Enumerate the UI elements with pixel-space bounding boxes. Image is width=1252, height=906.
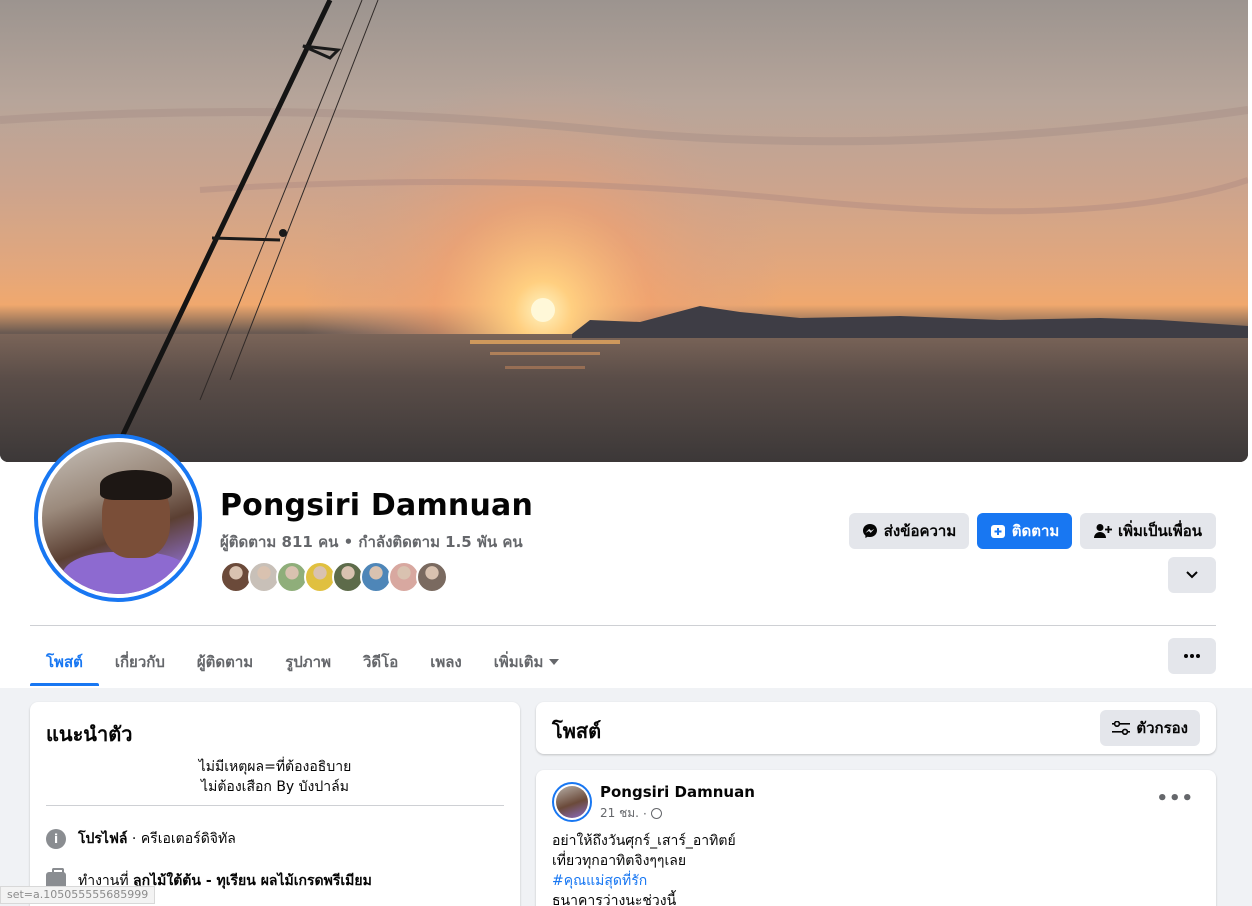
cover-photo[interactable] <box>0 0 1248 462</box>
more-dots-icon <box>1184 654 1200 658</box>
tab-label: เพลง <box>430 653 462 671</box>
messenger-icon <box>862 524 877 538</box>
intro-profile-text: โปรไฟล์ · ครีเอเตอร์ดิจิทัล <box>78 828 236 850</box>
message-button[interactable]: ส่งข้อความ <box>849 513 969 549</box>
tab-label: ผู้ติดตาม <box>196 653 254 671</box>
tab-posts[interactable]: โพสต์ <box>30 638 99 686</box>
bio-line: ไม่ต้องเสือก By บังปาล์ม <box>201 779 349 795</box>
tab-label: เพิ่มเติม <box>493 653 544 671</box>
follow-icon <box>990 525 1005 538</box>
post-hashtag[interactable]: #คุณแม่สุดที่รัก <box>552 870 647 892</box>
tab-label: รูปภาพ <box>285 653 331 671</box>
filter-button[interactable]: ตัวกรอง <box>1100 710 1200 746</box>
intro-title: แนะนำตัว <box>46 722 133 746</box>
cover-photo-scene <box>0 0 1248 462</box>
tab-videos[interactable]: วิดีโอ <box>347 638 414 686</box>
status-bar-url: set=a.105055555685999 <box>0 886 156 904</box>
profile-header: Pongsiri Damnuan ผู้ติดตาม 811 คน • กำลั… <box>0 0 1252 688</box>
intro-work-link[interactable]: ลูกไม้ใต้ต้น - ทุเรียน ผลไม้เกรดพรีเมียม <box>133 873 372 889</box>
intro-divider <box>46 805 504 806</box>
tab-label: เกี่ยวกับ <box>114 653 165 671</box>
post-author-photo <box>556 786 588 818</box>
avatar-shirt-shape <box>62 552 192 594</box>
post-time[interactable]: 21 ชม. <box>600 804 639 823</box>
caret-down-icon <box>549 659 560 665</box>
filter-button-label: ตัวกรอง <box>1136 719 1188 737</box>
add-friend-icon <box>1093 524 1112 538</box>
post-author-avatar[interactable] <box>552 782 592 822</box>
friends-avatar-row <box>220 561 448 593</box>
post-author-name[interactable]: Pongsiri Damnuan <box>600 783 755 801</box>
follow-button-label: ติดตาม <box>1011 522 1060 540</box>
intro-card: แนะนำตัว ไม่มีเหตุผล=ที่ต้องอธิบาย ไม่ต้… <box>30 702 520 906</box>
profile-tabs: โพสต์ เกี่ยวกับ ผู้ติดตาม รูปภาพ วิดีโอ … <box>30 638 575 686</box>
posts-title: โพสต์ <box>552 719 602 743</box>
post-text-line: เที่ยวทุกอาทิตจิงๆๆเลย <box>552 853 687 869</box>
posts-header-card: โพสต์ ตัวกรอง <box>536 702 1216 754</box>
post-options-icon[interactable]: ••• <box>1156 788 1194 809</box>
profile-avatar[interactable] <box>34 434 202 602</box>
intro-profile-value: · ครีเอเตอร์ดิจิทัล <box>127 831 236 847</box>
globe-icon[interactable] <box>650 808 662 819</box>
profile-name: Pongsiri Damnuan <box>220 488 534 523</box>
follow-button[interactable]: ติดตาม <box>977 513 1072 549</box>
add-friend-button[interactable]: เพิ่มเป็นเพื่อน <box>1080 513 1216 549</box>
tab-followers[interactable]: ผู้ติดตาม <box>181 638 269 686</box>
avatar-hair-shape <box>100 470 172 500</box>
tabs-more-options-button[interactable] <box>1168 638 1216 674</box>
post-text-line: ธนาคารว่างนะช่วงนี้ <box>552 893 677 906</box>
profile-photo <box>42 442 194 594</box>
friend-avatar[interactable] <box>416 561 448 593</box>
post-card: Pongsiri Damnuan 21 ชม. · ••• อย่าให้ถึง… <box>536 770 1216 906</box>
info-icon: i <box>46 829 66 849</box>
expand-more-button[interactable] <box>1168 557 1216 593</box>
tab-photos[interactable]: รูปภาพ <box>269 638 347 686</box>
meta-separator: · <box>642 806 647 821</box>
post-text-line: อย่าให้ถึงวันศุกร์_เสาร์_อาทิตย์ <box>552 833 736 849</box>
follow-stats[interactable]: ผู้ติดตาม 811 คน • กำลังติดตาม 1.5 พัน ค… <box>220 530 523 554</box>
add-friend-button-label: เพิ่มเป็นเพื่อน <box>1117 522 1203 540</box>
post-meta: 21 ชม. · <box>600 804 662 823</box>
bio-line: ไม่มีเหตุผล=ที่ต้องอธิบาย <box>198 759 352 775</box>
header-divider <box>30 625 1216 626</box>
tab-about[interactable]: เกี่ยวกับ <box>99 638 181 686</box>
message-button-label: ส่งข้อความ <box>883 522 957 540</box>
intro-profile-label: โปรไฟล์ <box>78 831 128 847</box>
filter-sliders-icon <box>1112 721 1131 735</box>
intro-profile-row: i โปรไฟล์ · ครีเอเตอร์ดิจิทัล <box>46 828 236 850</box>
tab-more[interactable]: เพิ่มเติม <box>478 638 576 686</box>
chevron-down-icon <box>1186 571 1198 579</box>
tab-music[interactable]: เพลง <box>414 638 478 686</box>
tab-label: โพสต์ <box>46 653 83 671</box>
tab-label: วิดีโอ <box>362 653 399 671</box>
